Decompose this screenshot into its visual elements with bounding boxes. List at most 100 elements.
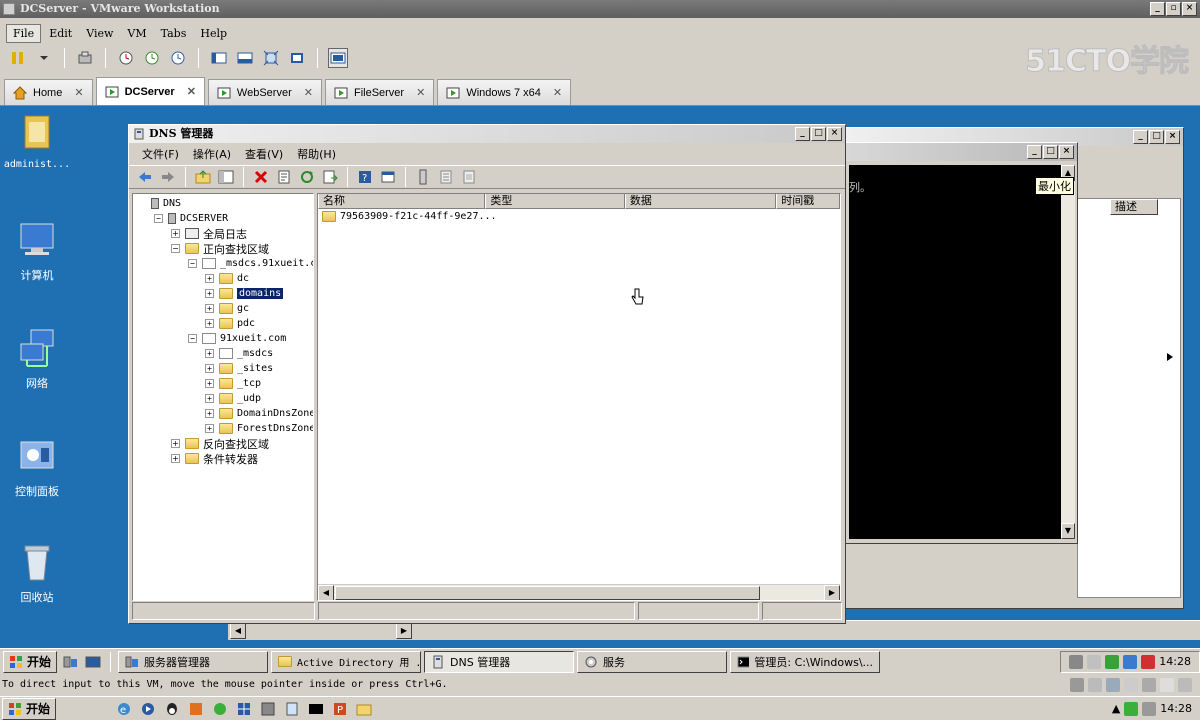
close-icon[interactable]: ✕ [74,86,83,99]
tray-expand-icon[interactable]: ▲ [1112,702,1120,715]
powerpoint-icon[interactable]: P [330,699,350,719]
up-folder-icon[interactable] [193,167,213,187]
close-button[interactable]: × [1182,2,1197,16]
network-adapter-icon[interactable] [1106,678,1120,692]
expand-icon[interactable]: + [205,379,214,388]
sound-icon[interactable] [1142,678,1156,692]
scroll-left-arrow[interactable]: ◀ [230,623,246,639]
guest-clock[interactable]: 14:28 [1159,655,1191,668]
close-button[interactable]: × [1059,145,1074,159]
column-header-timestamp[interactable]: 时间戳 [776,194,840,209]
task-server-manager[interactable]: 服务器管理器 [118,650,269,673]
desktop-icon-recycle-bin[interactable]: 回收站 [0,542,74,605]
server-icon[interactable] [413,167,433,187]
quick-switch-icon[interactable] [235,48,255,68]
qq-icon[interactable] [162,699,182,719]
scroll-right-arrow[interactable]: ▶ [824,585,840,600]
host-clock[interactable]: 14:28 [1160,702,1192,715]
menu-action[interactable]: 操作(A) [186,146,238,162]
close-icon[interactable]: ✕ [416,86,425,99]
expand-icon[interactable]: + [205,304,214,313]
desktop-icon-control-panel[interactable]: 控制面板 [0,436,74,499]
expand-icon[interactable]: + [205,319,214,328]
desktop-icon-network[interactable]: 网络 [0,328,74,391]
column-header-type[interactable]: 类型 [485,194,625,209]
message-log-icon[interactable] [1178,678,1192,692]
expand-icon[interactable]: + [205,394,214,403]
menu-help[interactable]: 帮助(H) [290,146,343,162]
send-ctrl-alt-del-icon[interactable] [75,48,95,68]
desktop-icon-administrator[interactable]: administ... [0,112,74,170]
tree-node[interactable]: + domains [133,286,313,301]
tree-node[interactable]: + _udp [133,391,313,406]
expand-icon[interactable]: + [205,289,214,298]
tab-home[interactable]: Home ✕ [4,79,93,105]
tab-fileserver[interactable]: FileServer ✕ [324,79,435,105]
tree-node[interactable]: − 91xueit.com [133,331,313,346]
menu-view[interactable]: View [80,25,119,42]
expand-icon[interactable]: + [171,229,180,238]
cmd-vertical-scrollbar[interactable]: ▲ ▼ [1061,165,1075,539]
tree-node[interactable]: + _msdcs [133,346,313,361]
task-dns-manager[interactable]: DNS 管理器 [424,650,575,673]
background-list-pane[interactable] [1077,198,1181,598]
console-icon[interactable] [306,699,326,719]
menu-file[interactable]: File [6,23,42,43]
scroll-thumb[interactable] [335,586,760,600]
revert-snapshot-icon[interactable] [142,48,162,68]
tray-vmware-tools-icon[interactable] [1069,654,1084,669]
server-manager-quicklaunch-icon[interactable] [60,652,80,672]
tree-node[interactable]: − 正向查找区域 [133,241,313,256]
tree-node[interactable]: + 条件转发器 [133,451,313,466]
tree-node[interactable]: − DCSERVER [133,211,313,226]
list-item[interactable]: 79563909-f21c-44ff-9e27... [318,209,840,224]
menu-vm[interactable]: VM [121,25,152,42]
maximize-button[interactable]: □ [811,127,826,141]
menu-help[interactable]: Help [194,25,233,42]
close-button[interactable]: × [1165,130,1180,144]
column-header-description[interactable]: 描述 [1110,199,1158,215]
notepad-icon[interactable] [282,699,302,719]
view-icon[interactable] [378,167,398,187]
app-icon[interactable] [186,699,206,719]
task-cmd[interactable]: 管理员: C:\Windows\... [730,650,881,673]
usb-icon[interactable] [1124,678,1138,692]
minimize-button[interactable]: _ [1133,130,1148,144]
task-active-directory[interactable]: Active Directory 用 ... [271,650,422,673]
close-icon[interactable]: ✕ [304,86,313,99]
tree-node[interactable]: + pdc [133,316,313,331]
collapse-icon[interactable]: − [188,334,197,343]
menu-file[interactable]: 文件(F) [135,146,186,162]
snapshot-manager-icon[interactable] [168,48,188,68]
collapse-icon[interactable]: − [171,244,180,253]
maximize-button[interactable]: □ [1149,130,1164,144]
hard-disk-icon[interactable] [1070,678,1084,692]
tree-node[interactable]: + 全局日志 [133,226,313,241]
expand-arrow-icon[interactable] [1166,352,1174,362]
dns-manager-window[interactable]: DNS 管理器 _ □ × 文件(F) 操作(A) 查看(V) 帮助(H) ? … [128,124,846,624]
expand-icon[interactable]: + [205,349,214,358]
refresh-icon[interactable] [297,167,317,187]
tree-node[interactable]: + DomainDnsZones [133,406,313,421]
folder-taskbar-icon[interactable] [354,699,374,719]
snapshot-icon[interactable] [116,48,136,68]
tray-sync-icon[interactable] [1124,701,1139,716]
collapse-icon[interactable]: − [154,214,163,223]
tray-security-icon[interactable] [1105,654,1120,669]
restore-button[interactable]: ▫ [1166,2,1181,16]
tree-node[interactable]: + gc [133,301,313,316]
show-desktop-icon[interactable] [83,652,103,672]
tree-node[interactable]: DNS [133,196,313,211]
task-services[interactable]: 服务 [577,650,728,673]
tray-alert-icon[interactable] [1141,654,1156,669]
show-sidebar-icon[interactable] [209,48,229,68]
scroll-right-arrow[interactable]: ▶ [396,623,412,639]
tab-webserver[interactable]: WebServer ✕ [207,79,322,105]
back-arrow-icon[interactable] [135,167,155,187]
cd-drive-icon[interactable] [1088,678,1102,692]
close-button[interactable]: × [827,127,842,141]
properties-icon[interactable] [274,167,294,187]
horizontal-scrollbar[interactable]: ◀ ▶ [318,584,840,600]
tab-dcserver[interactable]: DCServer ✕ [95,77,205,105]
desktop-icon-computer[interactable]: 计算机 [0,220,74,283]
